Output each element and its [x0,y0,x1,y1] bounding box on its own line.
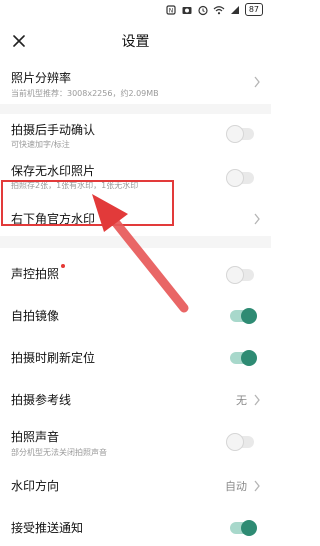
setting-label: 拍摄后手动确认 [11,123,96,137]
notification-icon: N [166,4,176,14]
setting-label: 接受推送通知 [11,521,84,535]
shutter-sound-toggle[interactable] [227,434,254,450]
header: 设置 [0,22,271,60]
setting-subtitle: 拍照存2张，1张有水印，1张无水印 [11,181,139,190]
page-title: 设置 [121,34,150,50]
setting-label: 保存无水印照片 [11,164,96,178]
setting-value: 无 [236,394,247,407]
setting-subtitle: 可快速加字/标注 [11,140,70,149]
camera-icon [182,6,192,14]
setting-shutter-sound[interactable]: 拍照声音 部分机型无法关闭拍照声音 [0,420,271,462]
section-divider [0,236,271,248]
alarm-icon [198,5,208,15]
setting-label: 声控拍照 [11,267,60,281]
status-icons: N 87 [165,3,263,16]
svg-text:N: N [169,7,174,14]
wifi-icon [213,5,225,14]
setting-photo-resolution[interactable]: 照片分辨率 当前机型推荐：3008x2256，约2.09MB [0,60,271,104]
manual-confirm-toggle[interactable] [227,126,254,142]
save-no-watermark-toggle[interactable] [227,170,254,186]
setting-voice-shot[interactable]: 声控拍照 [0,252,271,292]
chevron-right-icon [254,76,260,88]
voice-shot-toggle[interactable] [227,267,254,283]
push-notifications-toggle[interactable] [230,520,257,536]
setting-subtitle: 部分机型无法关闭拍照声音 [11,448,107,457]
toggle-knob [241,308,257,324]
setting-label: 自拍镜像 [11,309,60,323]
setting-label: 拍摄时刷新定位 [11,351,96,365]
toggle-knob [227,434,243,450]
signal-icon [230,5,239,14]
setting-grid-lines[interactable]: 拍摄参考线 无 [0,378,271,418]
setting-label: 拍摄参考线 [11,393,72,407]
setting-refresh-location[interactable]: 拍摄时刷新定位 [0,336,271,376]
setting-push-notifications[interactable]: 接受推送通知 [0,506,271,546]
chevron-right-icon [254,213,260,225]
toggle-knob [227,267,243,283]
setting-value: 自动 [225,480,247,493]
setting-label: 右下角官方水印 [11,212,96,226]
setting-watermark-direction[interactable]: 水印方向 自动 [0,464,271,504]
setting-official-watermark[interactable]: 右下角官方水印 [0,196,271,236]
chevron-right-icon [254,394,260,406]
toggle-knob [227,170,243,186]
setting-label: 水印方向 [11,479,60,493]
setting-label: 拍照声音 [11,430,60,444]
chevron-right-icon [254,480,260,492]
new-badge-dot [61,264,65,268]
setting-manual-confirm[interactable]: 拍摄后手动确认 可快速加字/标注 [0,114,271,154]
battery-level: 87 [244,3,263,16]
status-bar: N 87 [0,0,271,22]
setting-save-no-watermark[interactable]: 保存无水印照片 拍照存2张，1张有水印，1张无水印 [0,156,271,194]
section-divider [0,104,271,114]
setting-label: 照片分辨率 [11,71,72,85]
toggle-knob [241,520,257,536]
selfie-mirror-toggle[interactable] [230,308,257,324]
setting-selfie-mirror[interactable]: 自拍镜像 [0,294,271,334]
toggle-knob [227,126,243,142]
toggle-knob [241,350,257,366]
refresh-location-toggle[interactable] [230,350,257,366]
setting-subtitle: 当前机型推荐：3008x2256，约2.09MB [11,89,159,98]
